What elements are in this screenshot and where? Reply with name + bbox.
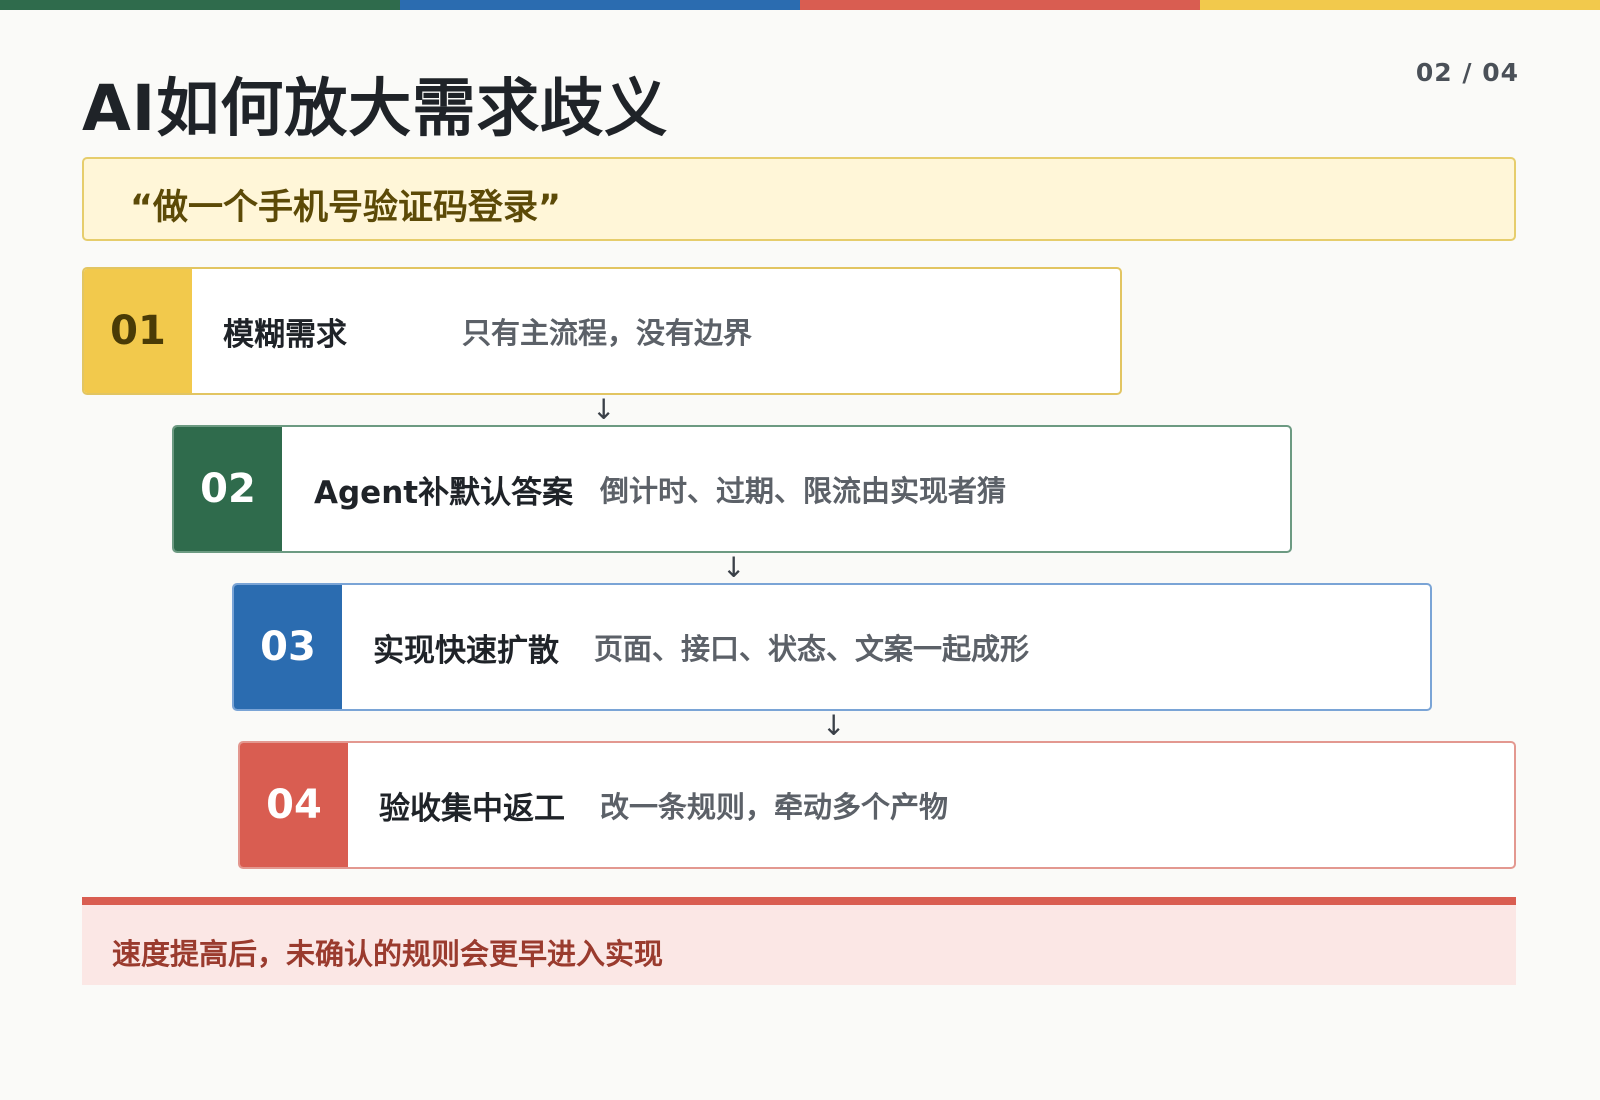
step-number-badge: 04 xyxy=(240,743,348,867)
step-title: 实现快速扩散 xyxy=(373,632,559,669)
step-description: 只有主流程，没有边界 xyxy=(462,316,753,350)
step-number-badge: 01 xyxy=(84,269,192,393)
page-title: AI如何放大需求歧义 xyxy=(82,72,669,145)
accent-stripe-red xyxy=(800,0,1200,10)
accent-stripe-green xyxy=(0,0,400,10)
step-description: 页面、接口、状态、文案一起成形 xyxy=(594,632,1030,666)
page-counter: 02 / 04 xyxy=(1415,58,1519,87)
step-title: Agent补默认答案 xyxy=(314,474,574,511)
accent-stripe-yellow xyxy=(1200,0,1600,10)
conclusion-note-text: 速度提高后，未确认的规则会更早进入实现 xyxy=(112,937,664,971)
step-number-badge: 02 xyxy=(174,427,282,551)
step-number-badge: 03 xyxy=(234,585,342,709)
step-card-04: 04 验收集中返工 改一条规则，牵动多个产物 xyxy=(238,741,1516,869)
step-card-02: 02 Agent补默认答案 倒计时、过期、限流由实现者猜 xyxy=(172,425,1292,553)
conclusion-note-box: 速度提高后，未确认的规则会更早进入实现 xyxy=(82,897,1516,985)
requirement-quote-box: “做一个手机号验证码登录” xyxy=(82,157,1516,241)
step-card-03: 03 实现快速扩散 页面、接口、状态、文案一起成形 xyxy=(232,583,1432,711)
step-title: 模糊需求 xyxy=(223,316,347,353)
flow-arrow-icon: ↓ xyxy=(722,551,746,584)
step-description: 改一条规则，牵动多个产物 xyxy=(600,790,949,824)
top-accent-bar xyxy=(0,0,1600,10)
requirement-quote-text: “做一个手机号验证码登录” xyxy=(130,188,562,228)
accent-stripe-blue xyxy=(400,0,800,10)
step-description: 倒计时、过期、限流由实现者猜 xyxy=(600,474,1007,508)
step-title: 验收集中返工 xyxy=(379,790,565,827)
step-card-01: 01 模糊需求 只有主流程，没有边界 xyxy=(82,267,1122,395)
flow-arrow-icon: ↓ xyxy=(822,709,846,742)
flow-arrow-icon: ↓ xyxy=(592,393,616,426)
